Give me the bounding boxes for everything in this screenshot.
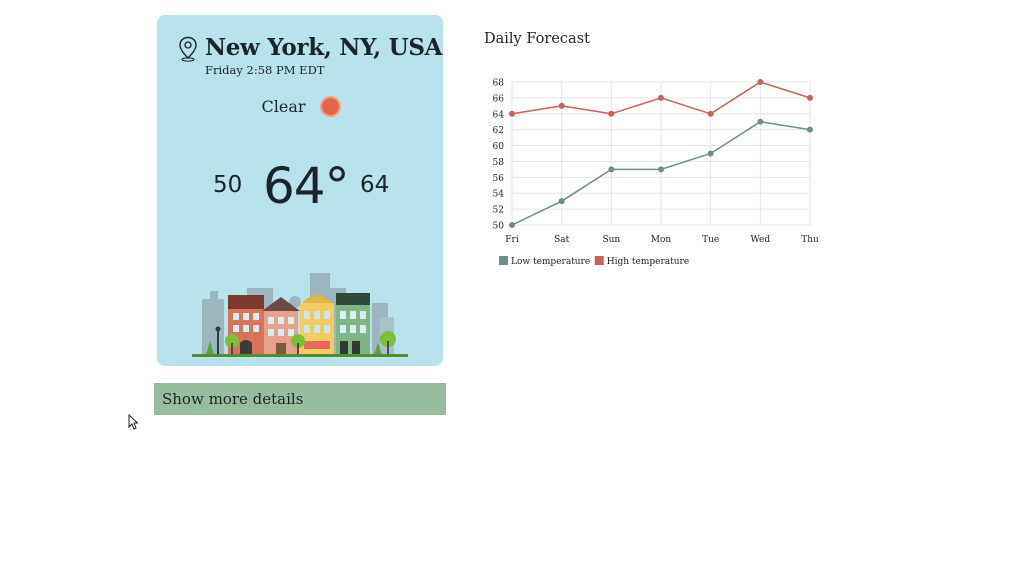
sun-icon xyxy=(321,98,339,115)
data-point xyxy=(608,110,615,117)
x-tick-label: Sat xyxy=(554,235,570,245)
weather-card: New York, NY, USA Friday 2:58 PM EDT Cle… xyxy=(157,15,443,366)
y-tick-label: 60 xyxy=(493,142,505,152)
legend-label: High temperature xyxy=(607,257,689,267)
data-point xyxy=(707,110,714,117)
y-tick-label: 50 xyxy=(493,222,505,232)
y-tick-label: 64 xyxy=(493,110,505,120)
show-more-details-button[interactable]: Show more details xyxy=(154,383,446,415)
data-point xyxy=(558,198,565,205)
data-point xyxy=(707,150,714,157)
x-tick-label: Thu xyxy=(801,235,819,245)
x-tick-label: Fri xyxy=(505,235,519,245)
condition-row: Clear xyxy=(157,97,443,116)
temp-high: 64 xyxy=(360,172,390,198)
data-point xyxy=(608,166,615,173)
y-tick-label: 56 xyxy=(493,174,505,184)
y-tick-label: 58 xyxy=(493,158,505,168)
data-point xyxy=(658,94,664,101)
city-illustration xyxy=(192,273,408,357)
data-point xyxy=(509,222,515,228)
map-pin-icon xyxy=(179,36,197,62)
data-point xyxy=(807,94,813,101)
data-point xyxy=(558,102,565,109)
y-tick-label: 52 xyxy=(493,206,504,216)
forecast-chart: 50 52 54 56 58 60 62 64 66 68 Fri Sat Sun Mon Tue Wed Th… xyxy=(493,79,819,268)
data-point xyxy=(658,166,664,173)
data-point xyxy=(757,79,764,85)
weather-condition: Clear xyxy=(261,97,306,116)
data-point xyxy=(757,118,764,125)
temp-current: 64° xyxy=(263,157,350,215)
legend-swatch xyxy=(499,256,508,265)
y-tick-label: 68 xyxy=(493,79,505,89)
x-tick-label: Tue xyxy=(702,235,719,245)
x-tick-label: Wed xyxy=(751,235,771,245)
x-tick-label: Sun xyxy=(602,235,620,245)
data-point xyxy=(509,110,515,117)
location-row: New York, NY, USA xyxy=(178,33,443,63)
forecast-title: Daily Forecast xyxy=(484,31,590,47)
current-datetime: Friday 2:58 PM EDT xyxy=(205,63,325,77)
legend-label: Low temperature xyxy=(511,257,590,267)
mouse-cursor-icon xyxy=(128,414,138,430)
y-tick-label: 54 xyxy=(493,190,505,200)
temperature-row: 50 64° 64 xyxy=(157,157,443,217)
x-tick-label: Mon xyxy=(651,235,672,245)
data-point xyxy=(807,126,813,133)
location-title: New York, NY, USA xyxy=(205,34,443,61)
legend-swatch xyxy=(594,256,604,265)
y-tick-label: 62 xyxy=(493,126,504,136)
temp-low: 50 xyxy=(213,172,243,198)
y-tick-label: 66 xyxy=(493,94,505,104)
